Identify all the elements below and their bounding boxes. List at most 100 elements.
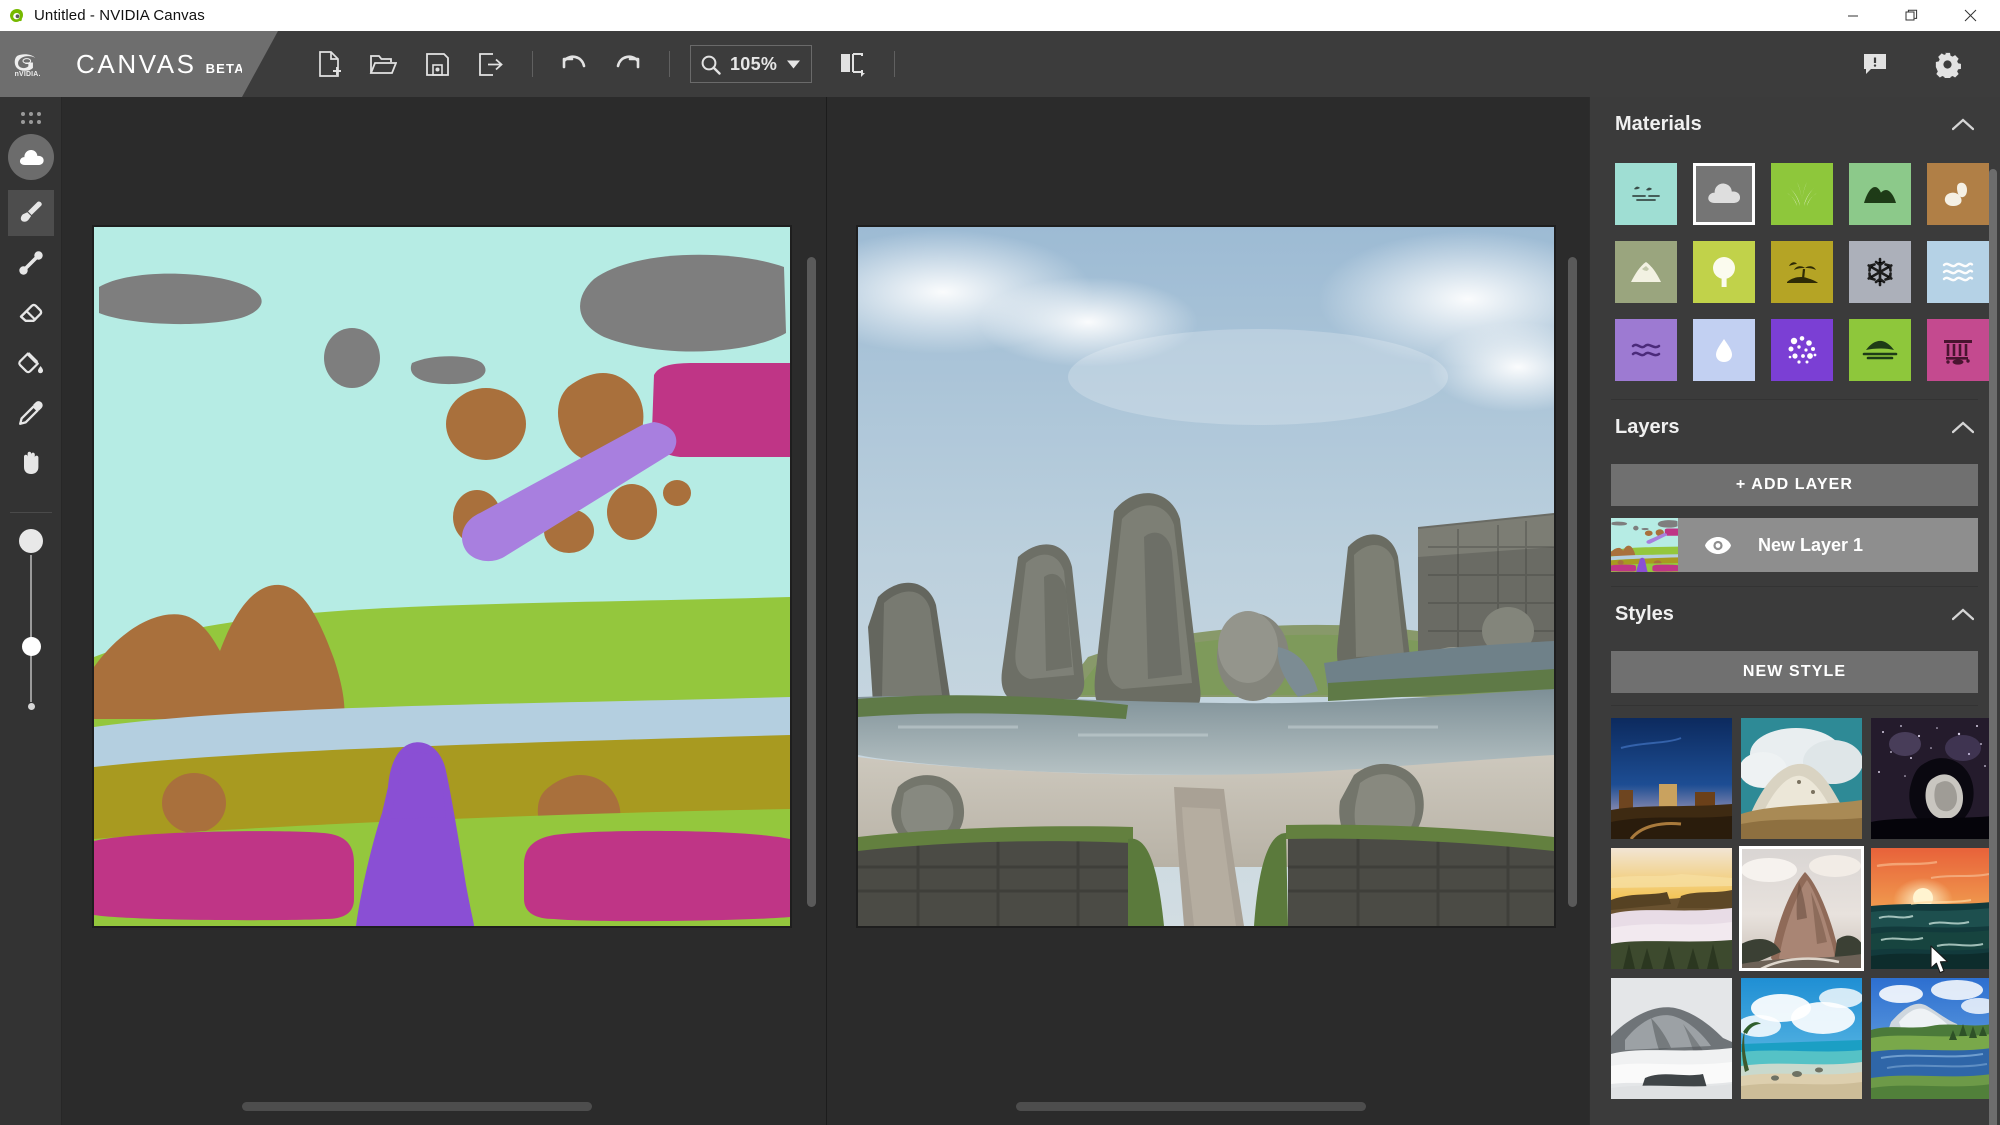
style-misty-bw[interactable]: [1611, 978, 1732, 1099]
open-folder-button[interactable]: [356, 40, 410, 88]
segmentation-canvas[interactable]: [92, 225, 792, 928]
segmentation-horizontal-scrollbar[interactable]: [242, 1102, 592, 1111]
materials-grid: [1589, 151, 2000, 399]
right-panel: Materials Layers + ADD LAYER New Layer 1…: [1589, 97, 2000, 1125]
redo-button[interactable]: [601, 40, 655, 88]
material-ruins[interactable]: [1927, 319, 1989, 381]
pan-tool[interactable]: [8, 440, 54, 486]
canvas-stage: [62, 97, 1589, 1125]
new-document-button[interactable]: [302, 40, 356, 88]
brush-size-handle[interactable]: [21, 637, 41, 656]
style-desert-night[interactable]: [1611, 718, 1732, 839]
chevron-up-icon[interactable]: [1952, 117, 1974, 131]
brush-tool[interactable]: [8, 190, 54, 236]
material-rock[interactable]: [1927, 163, 1989, 225]
current-material-button[interactable]: [8, 134, 54, 180]
eyedropper-icon: [19, 401, 43, 425]
chevron-up-icon[interactable]: [1952, 607, 1974, 621]
ruins-temple-icon: [1944, 340, 1972, 365]
layer-row[interactable]: New Layer 1: [1611, 518, 1978, 572]
brand-name: CANVAS: [76, 48, 197, 79]
styles-section-header[interactable]: Styles: [1589, 587, 2000, 641]
undo-button[interactable]: [547, 40, 601, 88]
cloud-icon: [19, 149, 44, 165]
mountain-icon: [1631, 262, 1661, 282]
style-alpine-lake[interactable]: [1871, 978, 1992, 1099]
snowflake-icon: [1867, 257, 1893, 287]
material-sky[interactable]: [1615, 163, 1677, 225]
add-layer-button[interactable]: + ADD LAYER: [1611, 464, 1978, 506]
hill-icon: [1862, 340, 1898, 360]
river-waves-icon: [1631, 343, 1661, 357]
style-tropic-beach[interactable]: [1741, 978, 1862, 1099]
settings-button[interactable]: [1920, 40, 1974, 88]
style-rocky-ridge[interactable]: [1739, 846, 1864, 971]
toolbar-divider-3: [894, 51, 896, 77]
material-water[interactable]: [1927, 241, 1989, 303]
rocks-icon: [1944, 182, 1967, 206]
style-starry-cave[interactable]: [1871, 718, 1992, 839]
new-style-button[interactable]: NEW STYLE: [1611, 651, 1978, 693]
material-fog[interactable]: [1693, 319, 1755, 381]
birds-sky-icon: [1632, 186, 1660, 201]
toolbar-divider-2: [669, 51, 670, 77]
material-mountain[interactable]: [1615, 241, 1677, 303]
material-cloud[interactable]: [1693, 163, 1755, 225]
segmentation-vertical-scrollbar[interactable]: [806, 257, 816, 907]
toolbar-divider-1: [532, 51, 533, 77]
chevron-down-icon[interactable]: [786, 59, 801, 70]
material-snow[interactable]: [1849, 241, 1911, 303]
material-dirt[interactable]: [1771, 241, 1833, 303]
material-river[interactable]: [1615, 319, 1677, 381]
brush-size-min-dot: [27, 703, 35, 710]
hand-icon: [24, 451, 39, 474]
right-panel-scrollbar[interactable]: [1989, 169, 1997, 1125]
material-tree[interactable]: [1693, 241, 1755, 303]
export-button[interactable]: [464, 40, 518, 88]
particles-icon: [1788, 336, 1817, 364]
save-button[interactable]: [410, 40, 464, 88]
compare-view-button[interactable]: [826, 40, 880, 88]
line-icon: [19, 251, 43, 275]
eraser-tool[interactable]: [8, 290, 54, 336]
render-output-canvas[interactable]: [855, 225, 1556, 928]
output-vertical-scrollbar[interactable]: [1568, 257, 1577, 907]
render-output-pane[interactable]: [825, 97, 1590, 1125]
brush-size-slider[interactable]: [8, 529, 54, 714]
style-golden-fog[interactable]: [1611, 848, 1732, 969]
rail-divider: [10, 512, 52, 513]
magnifier-icon: [700, 54, 721, 75]
paintbrush-icon: [20, 201, 42, 222]
style-sunset-ocean[interactable]: [1871, 848, 1992, 969]
material-flowers[interactable]: [1771, 319, 1833, 381]
app-toolbar: nVIDIA. CANVAS BETA 105%: [0, 31, 2000, 97]
layers-section-header[interactable]: Layers: [1589, 400, 2000, 454]
materials-section-header[interactable]: Materials: [1589, 97, 2000, 151]
window-controls: [1823, 0, 2000, 31]
drag-grip-icon[interactable]: [21, 112, 41, 124]
restore-button[interactable]: [1882, 0, 1941, 31]
material-hill[interactable]: [1849, 319, 1911, 381]
water-drop-icon: [1716, 339, 1732, 362]
line-tool[interactable]: [8, 240, 54, 286]
close-button[interactable]: [1941, 0, 2000, 31]
eyedropper-tool[interactable]: [8, 390, 54, 436]
svg-text:nVIDIA.: nVIDIA.: [15, 71, 41, 77]
brand-block: nVIDIA. CANVAS BETA: [0, 31, 278, 97]
fill-tool[interactable]: [8, 340, 54, 386]
materials-title: Materials: [1615, 112, 1702, 135]
eye-icon[interactable]: [1704, 536, 1732, 555]
output-horizontal-scrollbar[interactable]: [1015, 1102, 1366, 1111]
waves-icon: [1942, 262, 1974, 282]
style-cloud-peak[interactable]: [1741, 718, 1862, 839]
styles-grid: [1589, 706, 2000, 1109]
feedback-button[interactable]: [1848, 40, 1902, 88]
zoom-control[interactable]: 105%: [690, 45, 813, 83]
material-grass[interactable]: [1771, 163, 1833, 225]
brush-size-track[interactable]: [30, 555, 32, 702]
chevron-up-icon[interactable]: [1952, 420, 1974, 434]
minimize-button[interactable]: [1823, 0, 1882, 31]
paint-bucket-icon: [18, 352, 43, 374]
segmentation-pane[interactable]: [62, 97, 826, 1125]
material-bush[interactable]: [1849, 163, 1911, 225]
